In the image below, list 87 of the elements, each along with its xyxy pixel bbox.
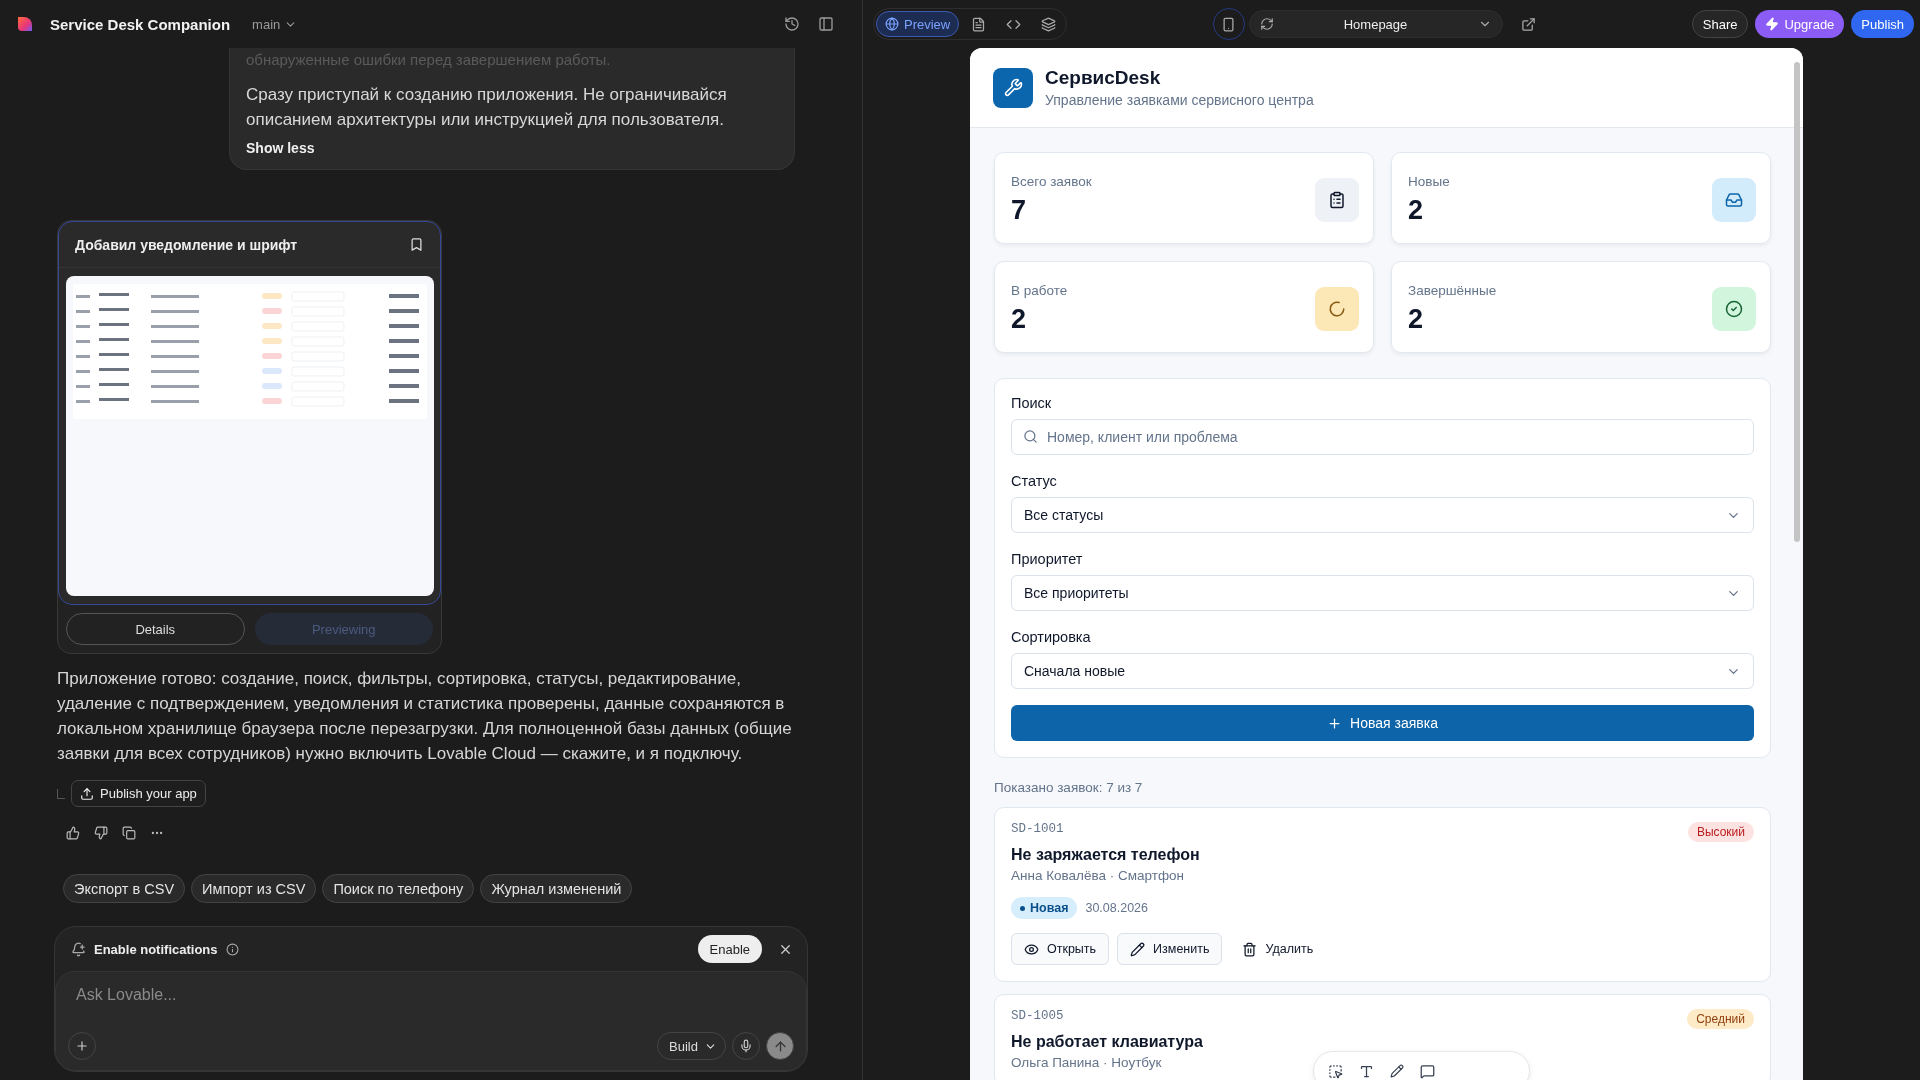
external-link-icon: [1520, 16, 1536, 32]
stat-value: 2: [1408, 195, 1425, 226]
field-label: Сортировка: [1011, 629, 1092, 645]
wrench-icon: [1003, 78, 1023, 97]
priority-badge: Высокий: [1687, 822, 1754, 842]
ticket-id: SD-1005: [1011, 1009, 1064, 1023]
text-icon[interactable]: [1359, 1063, 1374, 1079]
phone-icon: [1221, 16, 1236, 32]
stat-value: 2: [1011, 304, 1028, 335]
thumbs-up-icon[interactable]: [66, 826, 80, 840]
stat-label: Новые: [1408, 174, 1450, 189]
ticket-meta: Анна Ковалёва · Смартфон: [1011, 868, 1185, 883]
send-button[interactable]: [766, 1032, 794, 1060]
ticket-id: SD-1001: [1011, 822, 1064, 836]
stat-label: В работе: [1011, 283, 1068, 298]
plus-icon: [75, 1039, 89, 1053]
bookmark-icon[interactable]: [409, 237, 424, 252]
open-button[interactable]: Открыть: [1011, 933, 1110, 965]
thumbs-down-icon[interactable]: [94, 826, 108, 840]
pencil-icon: [1130, 941, 1146, 957]
branch-dropdown[interactable]: main: [252, 16, 298, 32]
assistant-reply: Приложение готово: создание, поиск, фильтры, сортировка, статусы, редактирование, удаление с подтверждением, уведомления и статистика проверены, данные сохраняются в локальном хранилище браузера после перезагрузки. Для полноценной базы данных (общие заявки для всех сотрудников) нужно включить Lovable Cloud — скажите, и я подключу.: [57, 668, 792, 765]
stat-label: Завершённые: [1408, 283, 1497, 298]
ticket-date: 30.08.2026: [1085, 901, 1148, 915]
copy-icon[interactable]: [122, 826, 136, 840]
trash-icon: [1242, 941, 1258, 957]
ticket-title: Не заряжается телефон: [1011, 846, 1201, 864]
publish-app-button[interactable]: Publish your app: [71, 780, 206, 807]
select-element-icon[interactable]: [1328, 1063, 1343, 1079]
comment-icon[interactable]: [1420, 1063, 1435, 1079]
sidebar-toggle-icon[interactable]: [818, 16, 834, 32]
status-badge: Новая: [1011, 897, 1078, 919]
eye-icon: [1024, 941, 1039, 957]
message-text: Сразу приступай к созданию приложения. Не ограничивайся описанием архитектуры или инструкцией для пользователя.: [246, 84, 728, 131]
refresh-icon: [1259, 17, 1274, 31]
bell-icon: [71, 941, 86, 957]
stat-label: Всего заявок: [1011, 174, 1092, 189]
page-selector[interactable]: Homepage: [1248, 10, 1503, 38]
inbox-icon: [1725, 191, 1743, 209]
ticket-title: Не работает клавиатура: [1011, 1033, 1204, 1051]
stat-value: 7: [1011, 195, 1028, 226]
globe-icon: [885, 17, 899, 31]
suggestion-chip[interactable]: Журнал изменений: [480, 874, 633, 903]
version-title: Добавил уведомление и шрифт: [75, 236, 298, 253]
new-ticket-button[interactable]: Новая заявка: [1011, 705, 1754, 741]
edit-button[interactable]: Изменить: [1117, 933, 1223, 965]
file-icon: [971, 16, 987, 32]
results-count: Показано заявок: 7 из 7: [994, 780, 1144, 795]
publish-button[interactable]: Publish: [1851, 10, 1914, 38]
chat-input-box[interactable]: Ask Lovable... Build: [55, 971, 807, 1071]
ticket-meta: Ольга Панина · Ноутбук: [1011, 1055, 1163, 1070]
show-less-button[interactable]: Show less: [246, 140, 315, 156]
chat-input-field[interactable]: Ask Lovable...: [68, 986, 794, 1004]
field-label: Поиск: [1011, 395, 1053, 411]
layers-icon: [1041, 16, 1057, 32]
stat-value: 2: [1408, 304, 1425, 335]
clipboard-icon: [1328, 191, 1346, 209]
suggestion-chip[interactable]: Импорт из CSV: [191, 874, 317, 903]
app-title: СервисDesk: [1045, 67, 1162, 89]
search-icon: [1023, 429, 1038, 444]
suggestion-chip[interactable]: Поиск по телефону: [322, 874, 475, 903]
project-name: Service Desk Companion: [50, 15, 231, 33]
select-field[interactable]: Сначала новые: [1011, 653, 1754, 689]
lightning-icon: [1765, 17, 1780, 31]
delete-button[interactable]: Удалить: [1230, 933, 1326, 965]
preview-tab[interactable]: Preview: [876, 11, 960, 37]
plus-icon: [1327, 715, 1343, 731]
spinner-icon: [1328, 300, 1346, 318]
microphone-icon: [739, 1039, 753, 1053]
field-label: Приоритет: [1011, 551, 1084, 567]
check-circle-icon: [1725, 300, 1743, 318]
upgrade-button[interactable]: Upgrade: [1755, 10, 1845, 38]
notification-label: Enable notifications: [94, 941, 218, 957]
field-label: Статус: [1011, 473, 1058, 489]
info-icon[interactable]: [225, 942, 239, 956]
priority-badge: Средний: [1687, 1009, 1754, 1029]
scrollbar[interactable]: [1794, 62, 1800, 542]
select-field[interactable]: Все статусы: [1011, 497, 1754, 533]
upload-icon: [80, 786, 94, 801]
history-icon[interactable]: [784, 16, 800, 32]
pencil-icon[interactable]: [1390, 1064, 1404, 1078]
enable-button[interactable]: Enable: [697, 935, 762, 963]
share-button[interactable]: Share: [1691, 10, 1749, 38]
select-field[interactable]: Все приоритеты: [1011, 575, 1754, 611]
app-subtitle: Управление заявками сервисного центра: [1045, 92, 1314, 108]
search-field[interactable]: Номер, клиент или проблема: [1011, 419, 1754, 455]
suggestion-chip[interactable]: Экспорт в CSV: [63, 874, 186, 903]
